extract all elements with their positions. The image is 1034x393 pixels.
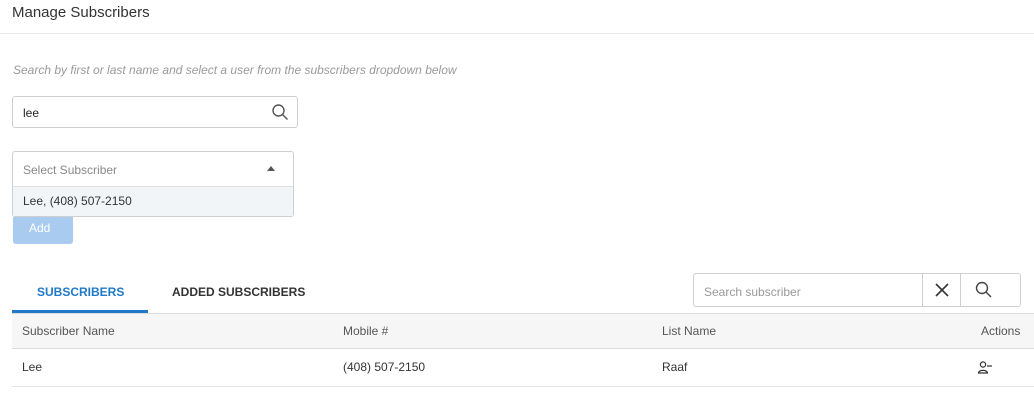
column-header-list-name[interactable]: List Name — [662, 324, 716, 338]
clear-search-button[interactable] — [922, 273, 960, 307]
table-search-input[interactable]: Search subscriber — [704, 285, 801, 299]
add-button[interactable]: Add — [13, 217, 73, 244]
search-icon — [975, 281, 992, 298]
table-row[interactable]: Lee (408) 507-2150 Raaf — [12, 349, 1034, 387]
user-search-field[interactable]: lee — [12, 96, 298, 128]
page-title: Manage Subscribers — [12, 4, 150, 21]
caret-up-icon[interactable] — [267, 166, 275, 171]
cell-subscriber-name: Lee — [22, 360, 43, 374]
remove-user-icon[interactable] — [977, 360, 993, 376]
column-header-subscriber-name[interactable]: Subscriber Name — [22, 324, 115, 338]
tab-subscribers[interactable]: SUBSCRIBERS — [37, 285, 124, 299]
cell-mobile: (408) 507-2150 — [343, 360, 426, 374]
table-search-button[interactable] — [960, 273, 1021, 307]
table-search-field[interactable]: Search subscriber — [693, 273, 1021, 307]
subscriber-select-placeholder: Select Subscriber — [23, 163, 118, 177]
subscriber-option-label: Lee, (408) 507-2150 — [23, 194, 132, 208]
subscriber-select[interactable]: Select Subscriber Lee, (408) 507-2150 — [12, 151, 294, 217]
header-divider — [0, 33, 1034, 34]
table-header: Subscriber Name Mobile # List Name Actio… — [12, 313, 1034, 349]
cell-list-name: Raaf — [662, 360, 688, 374]
subscriber-option[interactable]: Lee, (408) 507-2150 — [13, 186, 293, 216]
helper-text: Search by first or last name and select … — [13, 63, 457, 77]
column-header-mobile[interactable]: Mobile # — [343, 324, 388, 338]
close-icon — [935, 283, 949, 297]
search-icon[interactable] — [271, 103, 289, 121]
column-header-actions: Actions — [981, 324, 1021, 338]
tab-added-subscribers[interactable]: ADDED SUBSCRIBERS — [172, 285, 305, 299]
user-search-input[interactable]: lee — [23, 106, 39, 120]
